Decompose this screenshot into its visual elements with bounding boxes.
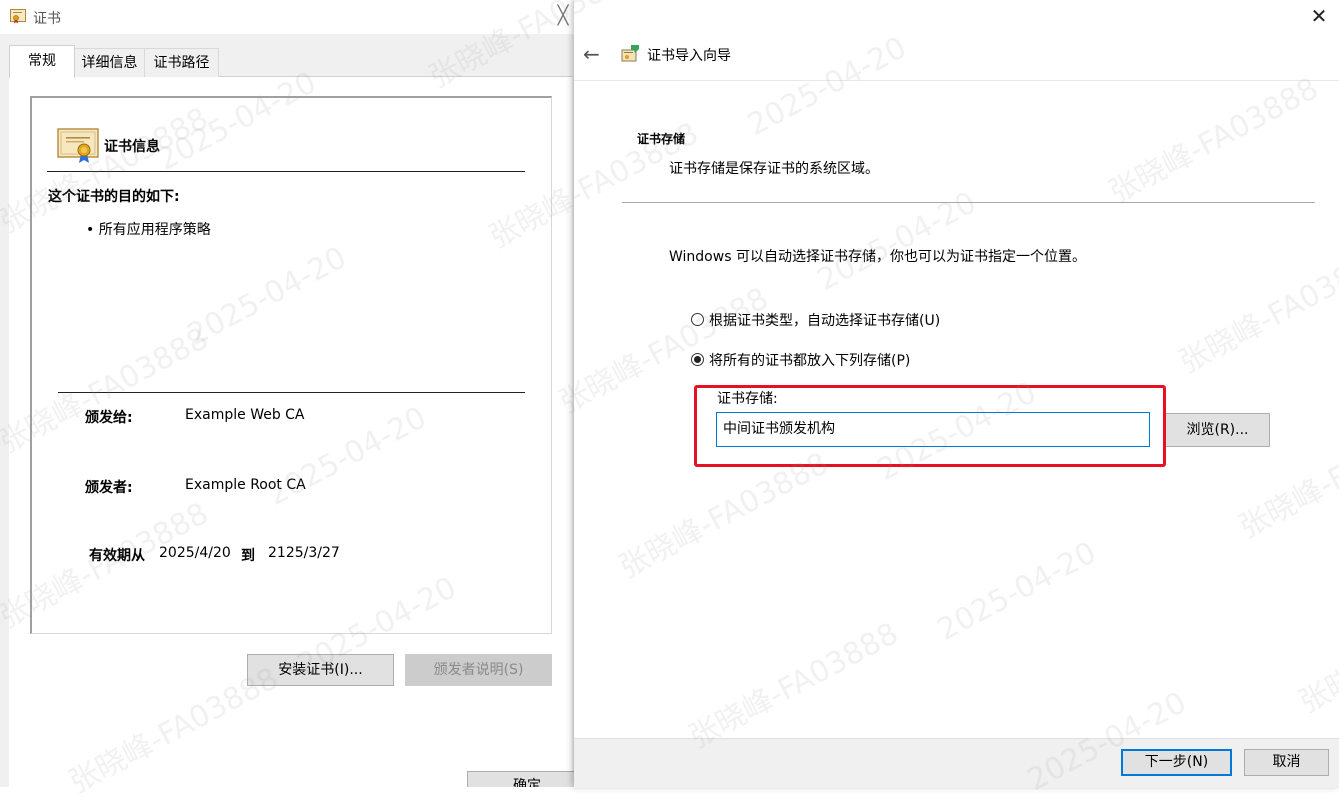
purpose-list-item: • 所有应用程序策略 xyxy=(86,222,211,238)
radio-auto-select-store[interactable] xyxy=(691,313,704,326)
browse-button[interactable]: 浏览(R)... xyxy=(1165,413,1270,447)
valid-from-label: 有效期从 xyxy=(89,548,145,564)
cert-store-heading: 证书存储 xyxy=(637,132,686,146)
header-divider xyxy=(574,80,1339,81)
ok-button[interactable]: 确定 xyxy=(467,771,574,787)
red-highlight-annotation xyxy=(694,385,1166,467)
window-title: 证书 xyxy=(33,11,61,27)
radio-place-all-in-store-label[interactable]: 将所有的证书都放入下列存储(P) xyxy=(709,350,910,370)
next-button[interactable]: 下一步(N) xyxy=(1121,749,1232,776)
issued-to-label: 颁发给: xyxy=(85,410,133,426)
certificate-info-heading: 证书信息 xyxy=(104,139,160,155)
cert-store-description: 证书存储是保存证书的系统区域。 xyxy=(669,161,879,177)
purpose-heading: 这个证书的目的如下: xyxy=(48,189,180,205)
certificate-window: 证书 ╳ 常规 详细信息 证书路径 证书信息 这个证书的目的如下: • 所有应用… xyxy=(0,0,574,787)
certificate-icon xyxy=(10,9,26,24)
back-arrow-icon[interactable]: ← xyxy=(583,42,600,66)
tab-certification-path[interactable]: 证书路径 xyxy=(144,48,219,77)
radio-place-all-in-store[interactable] xyxy=(691,353,704,366)
radio-auto-select-store-label[interactable]: 根据证书类型，自动选择证书存储(U) xyxy=(709,310,940,330)
title-bar xyxy=(0,0,574,34)
issued-by-value: Example Root CA xyxy=(185,477,306,493)
windows-store-instruction: Windows 可以自动选择证书存储，你也可以为证书指定一个位置。 xyxy=(669,249,1086,265)
issued-by-label: 颁发者: xyxy=(85,480,133,496)
radio-selected-dot xyxy=(694,356,701,363)
certificate-icon xyxy=(57,128,99,163)
valid-to-value: 2125/3/27 xyxy=(268,545,340,561)
certificate-wizard-icon xyxy=(621,45,639,62)
tab-general[interactable]: 常规 xyxy=(9,45,75,78)
tab-details[interactable]: 详细信息 xyxy=(73,48,146,77)
issued-to-value: Example Web CA xyxy=(185,407,305,423)
divider xyxy=(58,392,525,393)
valid-from-value: 2025/4/20 xyxy=(159,545,231,561)
cancel-button[interactable]: 取消 xyxy=(1244,749,1329,776)
divider xyxy=(622,202,1315,203)
wizard-title: 证书导入向导 xyxy=(647,48,731,64)
divider xyxy=(47,171,525,172)
install-certificate-button[interactable]: 安装证书(I)... xyxy=(247,654,394,686)
close-icon[interactable]: ✕ xyxy=(1308,5,1330,27)
valid-to-label: 到 xyxy=(241,548,255,564)
close-icon[interactable]: ╳ xyxy=(553,6,573,26)
issuer-statement-button: 颁发者说明(S) xyxy=(405,654,552,686)
